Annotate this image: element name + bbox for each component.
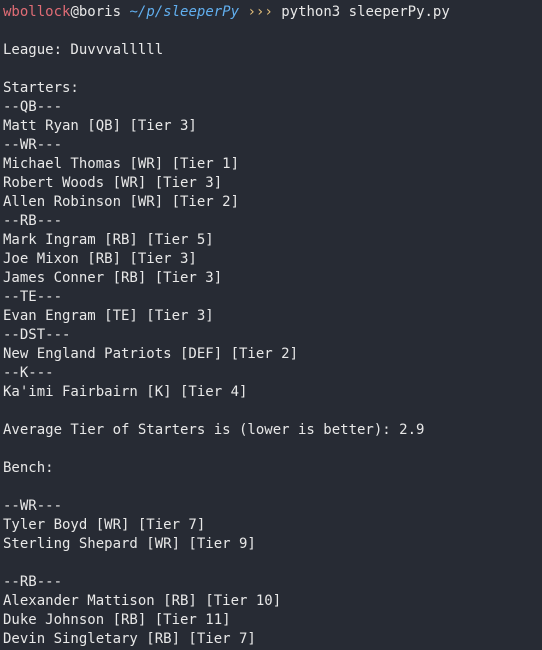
output-line: --WR--- bbox=[3, 137, 63, 153]
output-line: Starters: bbox=[3, 80, 79, 96]
output-line: --DST--- bbox=[3, 327, 71, 343]
output-line: --QB--- bbox=[3, 99, 63, 115]
output-line: Robert Woods [WR] [Tier 3] bbox=[3, 175, 223, 191]
output-line: --TE--- bbox=[3, 289, 63, 305]
prompt-host: boris bbox=[78, 4, 122, 20]
output-line: Allen Robinson [WR] [Tier 2] bbox=[3, 194, 240, 210]
terminal-window[interactable]: wbollock@boris ~/p/sleeperPy ››› python3… bbox=[0, 0, 542, 650]
output-line: Alexander Mattison [RB] [Tier 10] bbox=[3, 593, 282, 609]
output-line: --RB--- bbox=[3, 574, 63, 590]
output-line: New England Patriots [DEF] [Tier 2] bbox=[3, 346, 299, 362]
output-line: Michael Thomas [WR] [Tier 1] bbox=[3, 156, 240, 172]
output-line: --RB--- bbox=[3, 213, 63, 229]
output-line: Evan Engram [TE] [Tier 3] bbox=[3, 308, 214, 324]
output-line: Ka'imi Fairbairn [K] [Tier 4] bbox=[3, 384, 248, 400]
output-line: Average Tier of Starters is (lower is be… bbox=[3, 422, 425, 438]
prompt-arrows: ››› bbox=[247, 4, 273, 20]
output-line: Mark Ingram [RB] [Tier 5] bbox=[3, 232, 214, 248]
terminal-output: League: Duvvvalllll Starters: --QB--- Matt … bbox=[3, 22, 542, 649]
output-line: Sterling Shepard [WR] [Tier 9] bbox=[3, 536, 256, 552]
output-line: Devin Singletary [RB] [Tier 7] bbox=[3, 631, 256, 647]
output-line: Matt Ryan [QB] [Tier 3] bbox=[3, 118, 197, 134]
output-line: --K--- bbox=[3, 365, 54, 381]
output-line: James Conner [RB] [Tier 3] bbox=[3, 270, 223, 286]
shell-prompt: wbollock@boris ~/p/sleeperPy ››› python3… bbox=[3, 3, 542, 22]
output-line: League: Duvvvalllll bbox=[3, 42, 164, 58]
prompt-at: @ bbox=[70, 4, 79, 20]
output-line: --WR--- bbox=[3, 498, 63, 514]
output-line: Duke Johnson [RB] [Tier 11] bbox=[3, 612, 231, 628]
prompt-user: wbollock bbox=[3, 4, 71, 20]
prompt-command: python3 sleeperPy.py bbox=[281, 4, 450, 20]
prompt-path: ~/p/sleeperPy bbox=[129, 4, 240, 20]
output-line: Joe Mixon [RB] [Tier 3] bbox=[3, 251, 197, 267]
output-line: Bench: bbox=[3, 460, 54, 476]
output-line: Tyler Boyd [WR] [Tier 7] bbox=[3, 517, 206, 533]
